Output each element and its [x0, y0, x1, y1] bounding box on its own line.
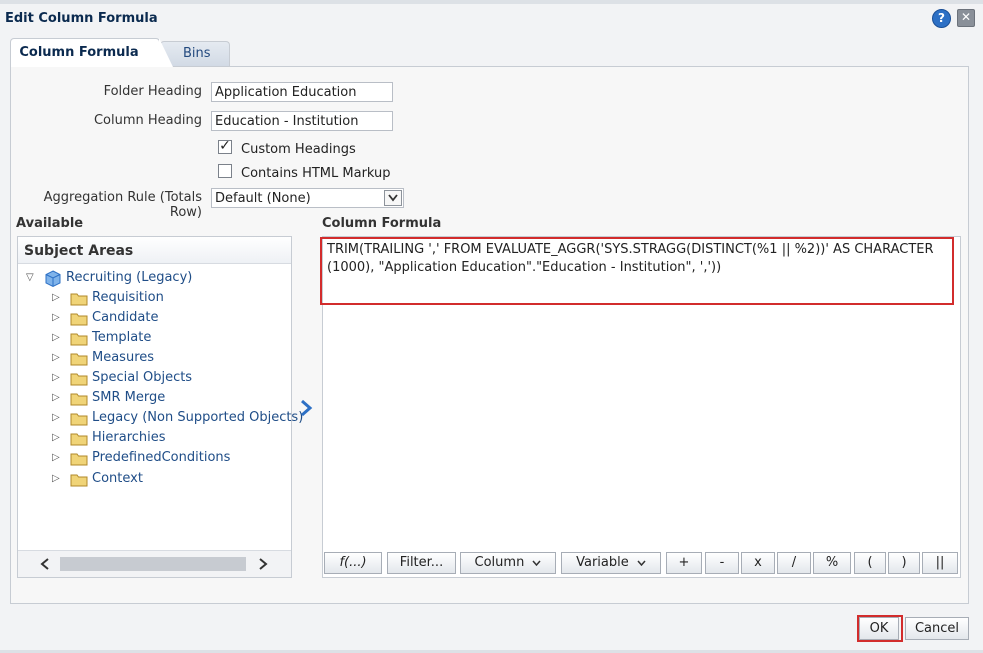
column-button-label: Column	[474, 555, 525, 570]
percent-button[interactable]: %	[813, 552, 851, 574]
custom-headings-label: Custom Headings	[241, 142, 356, 157]
tree-root-label: Recruiting (Legacy)	[66, 270, 193, 285]
scrollbar-thumb[interactable]	[60, 557, 246, 571]
function-button[interactable]: f(...)	[324, 552, 382, 574]
tree-item-label: Legacy (Non Supported Objects)	[92, 410, 304, 425]
chevron-down-icon	[637, 560, 646, 567]
folder-icon	[70, 433, 88, 446]
dialog-titlebar: Edit Column Formula	[0, 4, 983, 34]
collapsed-triangle-icon[interactable]: ▷	[52, 452, 60, 463]
tree-item-label: Measures	[92, 350, 155, 365]
open-paren-button[interactable]: (	[854, 552, 886, 574]
aggregation-rule-select[interactable]: Default (None)	[211, 188, 404, 208]
collapsed-triangle-icon[interactable]: ▷	[52, 312, 60, 323]
folder-icon	[70, 373, 88, 386]
html-markup-checkbox[interactable]	[218, 164, 232, 178]
folder-heading-label: Folder Heading	[103, 84, 202, 99]
folder-icon	[70, 333, 88, 346]
minus-button[interactable]: -	[705, 552, 739, 574]
horizontal-scrollbar[interactable]	[18, 550, 291, 577]
folder-icon	[70, 393, 88, 406]
filter-button[interactable]: Filter...	[387, 552, 456, 574]
subject-area-cube-icon	[45, 270, 61, 288]
chevron-down-icon[interactable]	[384, 190, 402, 206]
aggregation-rule-value: Default (None)	[215, 191, 311, 206]
formula-highlight-box	[320, 237, 954, 305]
column-heading-label: Column Heading	[93, 113, 202, 128]
folder-icon	[70, 474, 88, 487]
tree-item-label: Template	[92, 330, 152, 345]
tab-strip: Bins Column Formula	[10, 38, 969, 67]
tab-bins-label: Bins	[183, 46, 211, 61]
scroll-right-icon[interactable]	[258, 558, 268, 570]
column-button[interactable]: Column	[460, 552, 556, 574]
add-column-arrow-icon[interactable]	[296, 398, 316, 418]
help-icon[interactable]: ?	[932, 9, 951, 28]
tree-item-label: Context	[92, 471, 143, 486]
custom-headings-checkbox[interactable]: ✓	[218, 139, 232, 154]
folder-heading-input[interactable]: Application Education	[211, 82, 393, 102]
divide-button[interactable]: /	[777, 552, 811, 574]
plus-button[interactable]: +	[666, 552, 702, 574]
folder-icon	[70, 413, 88, 426]
dialog-title: Edit Column Formula	[5, 11, 158, 26]
multiply-button[interactable]: x	[741, 552, 775, 574]
tab-column-formula[interactable]: Column Formula	[10, 38, 173, 67]
subject-areas-panel: Subject Areas ▽ Recruiting (Legacy) ▷ Re…	[17, 236, 303, 578]
close-icon[interactable]: ✕	[957, 9, 975, 27]
tree-item-label: Requisition	[92, 290, 164, 305]
column-formula-heading: Column Formula	[322, 216, 442, 231]
collapsed-triangle-icon[interactable]: ▷	[52, 432, 60, 443]
tab-column-formula-label: Column Formula	[19, 45, 139, 60]
tree-item-label: SMR Merge	[92, 390, 166, 405]
collapsed-triangle-icon[interactable]: ▷	[52, 372, 60, 383]
tree-item-label: Candidate	[92, 310, 159, 325]
concat-button[interactable]: ||	[922, 552, 958, 574]
tree-item-label: Hierarchies	[92, 430, 166, 445]
tree-item-label: PredefinedConditions	[92, 450, 231, 465]
html-markup-label: Contains HTML Markup	[241, 166, 391, 181]
collapsed-triangle-icon[interactable]: ▷	[52, 473, 60, 484]
available-heading: Available	[16, 216, 84, 231]
folder-icon	[70, 293, 88, 306]
collapsed-triangle-icon[interactable]: ▷	[52, 292, 60, 303]
folder-icon	[70, 453, 88, 466]
folder-icon	[70, 353, 88, 366]
ok-highlight-box	[857, 615, 903, 642]
subject-areas-header: Subject Areas	[18, 237, 291, 264]
collapsed-triangle-icon[interactable]: ▷	[52, 392, 60, 403]
variable-button[interactable]: Variable	[561, 552, 661, 574]
subject-areas-title: Subject Areas	[24, 243, 134, 259]
formula-toolbar: f(...) Filter... Column Variable + - x /…	[324, 552, 958, 576]
column-heading-input[interactable]: Education - Institution	[211, 111, 393, 131]
expanded-triangle-icon[interactable]: ▽	[26, 272, 34, 283]
collapsed-triangle-icon[interactable]: ▷	[52, 332, 60, 343]
variable-button-label: Variable	[576, 555, 629, 570]
close-paren-button[interactable]: )	[888, 552, 920, 574]
collapsed-triangle-icon[interactable]: ▷	[52, 412, 60, 423]
scroll-left-icon[interactable]	[40, 558, 50, 570]
cancel-button[interactable]: Cancel	[905, 617, 969, 640]
chevron-down-icon	[532, 560, 542, 567]
collapsed-triangle-icon[interactable]: ▷	[52, 352, 60, 363]
folder-icon	[70, 313, 88, 326]
tree-item-label: Special Objects	[92, 370, 193, 385]
